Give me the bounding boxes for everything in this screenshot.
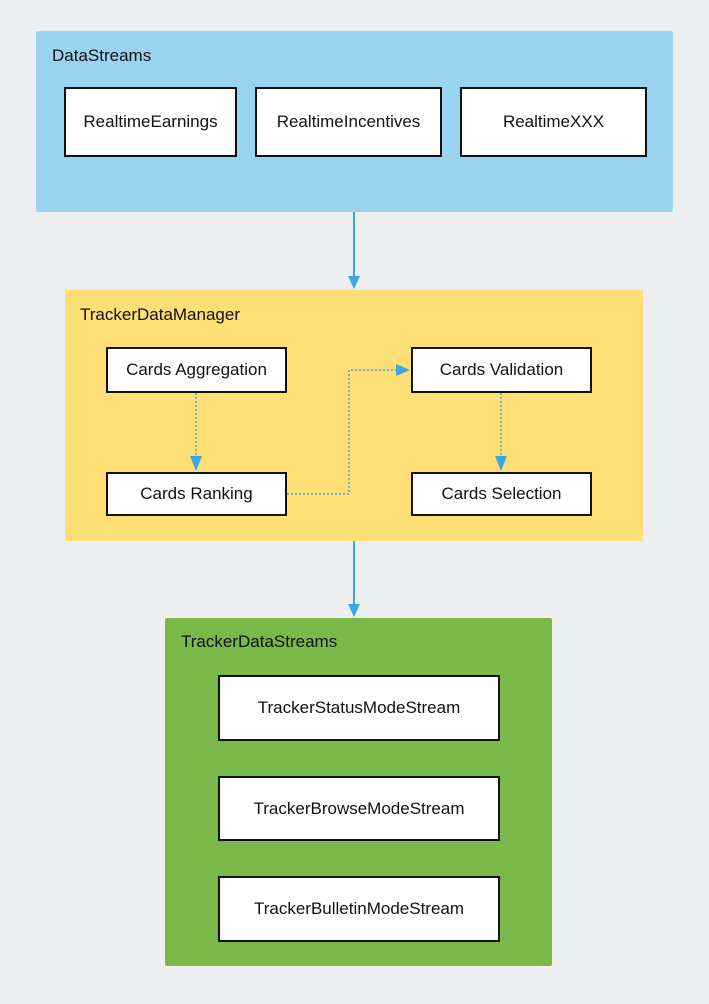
arrowhead-icon — [396, 364, 410, 376]
arrowhead-icon — [190, 456, 202, 471]
arrowhead-icon — [348, 604, 360, 617]
edge-manager-to-tracker — [348, 541, 360, 617]
edge-datastreams-to-manager — [348, 212, 360, 289]
arrowhead-icon — [348, 276, 360, 289]
edges-layer — [190, 212, 507, 617]
edge-aggregation-to-ranking — [190, 393, 202, 471]
edge-ranking-to-validation — [287, 364, 410, 495]
edge-validation-to-selection — [495, 393, 507, 471]
arrowhead-icon — [495, 456, 507, 471]
